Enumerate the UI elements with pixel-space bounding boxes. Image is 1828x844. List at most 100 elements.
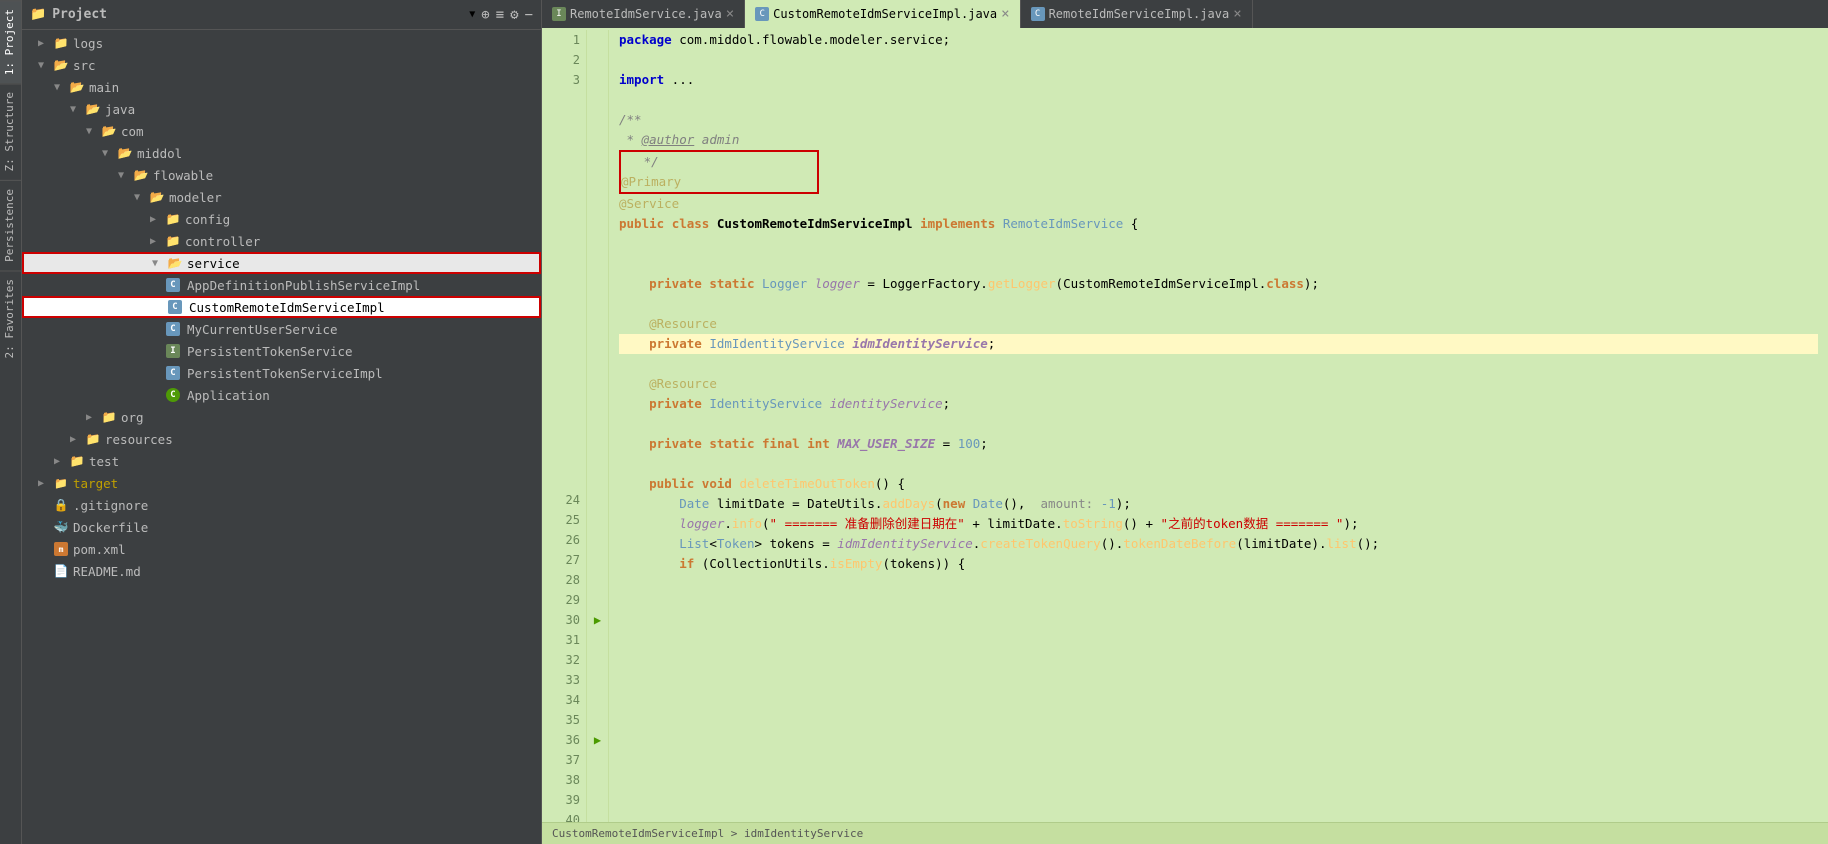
code-line-42: [619, 454, 1818, 474]
folder-icon-org: [100, 409, 118, 425]
tree-item-pom[interactable]: m pom.xml: [22, 538, 541, 560]
code-line-29: @Service: [619, 194, 1818, 214]
code-line-2: [619, 50, 1818, 70]
tree-item-src[interactable]: src: [22, 54, 541, 76]
line-numbers: 1 2 3 4 5 6 7 8 9 10 11 12 13 14 15 16 1…: [542, 30, 587, 822]
tree-item-config[interactable]: config: [22, 208, 541, 230]
icon-application: C: [164, 387, 182, 403]
folder-icon-flowable: [132, 167, 150, 183]
project-panel: 📁 Project ▼ ⊕ ≡ ⚙ − logs src: [22, 0, 542, 844]
tree-item-service[interactable]: service: [22, 252, 541, 274]
tree-item-controller[interactable]: controller: [22, 230, 541, 252]
code-content[interactable]: package com.middol.flowable.modeler.serv…: [609, 30, 1828, 822]
code-line-28: @Primary: [621, 172, 817, 192]
folder-icon-main: [68, 79, 86, 95]
project-header: 📁 Project ▼ ⊕ ≡ ⚙ −: [22, 0, 541, 30]
arrow-middol: [102, 148, 116, 159]
folder-icon-com: [100, 123, 118, 139]
tree-item-target[interactable]: 📁 target: [22, 472, 541, 494]
breadcrumb-text: CustomRemoteIdmServiceImpl > idmIdentity…: [552, 827, 863, 840]
icon-customremote: C: [166, 299, 184, 315]
sidebar-tab-structure[interactable]: Z: Structure: [0, 83, 21, 179]
folder-icon-logs: [52, 35, 70, 51]
arrow-config: [150, 214, 164, 225]
red-box-block: */ @Primary: [619, 150, 819, 194]
code-line-31: [619, 234, 1818, 254]
code-line-27: */: [621, 152, 817, 172]
folder-icon-config: [164, 211, 182, 227]
breadcrumb-bar: CustomRemoteIdmServiceImpl > idmIdentity…: [542, 822, 1828, 844]
folder-icon-modeler: [148, 189, 166, 205]
code-scroll-area[interactable]: ▶ ▶: [587, 30, 1828, 822]
code-line-40: [619, 414, 1818, 434]
tab-remoteidmservice[interactable]: I RemoteIdmService.java ×: [542, 0, 745, 28]
arrow-modeler: [134, 192, 148, 203]
code-line-45: logger.info(" ======= 准备删除创建日期在" + limit…: [619, 514, 1818, 534]
tree-item-gitignore[interactable]: 🔒 .gitignore: [22, 494, 541, 516]
close-tab-customremote[interactable]: ×: [1001, 6, 1009, 22]
tree-item-main[interactable]: main: [22, 76, 541, 98]
tree-item-org[interactable]: org: [22, 406, 541, 428]
tree-item-com[interactable]: com: [22, 120, 541, 142]
code-line-44: Date limitDate = DateUtils.addDays(new D…: [619, 494, 1818, 514]
arrow-org: [86, 412, 100, 423]
tree-item-appdefinition[interactable]: C AppDefinitionPublishServiceImpl: [22, 274, 541, 296]
tree-item-application[interactable]: C Application: [22, 384, 541, 406]
code-line-24: [619, 90, 1818, 110]
tree-item-customremote[interactable]: C CustomRemoteIdmServiceImpl: [22, 296, 541, 318]
folder-icon-test: [68, 453, 86, 469]
code-line-33: private static Logger logger = LoggerFac…: [619, 274, 1818, 294]
code-line-39: private IdentityService identityService;: [619, 394, 1818, 414]
tree-item-test[interactable]: test: [22, 450, 541, 472]
arrow-service: [152, 258, 166, 269]
collapse-icon[interactable]: ≡: [496, 7, 504, 23]
minimize-icon[interactable]: −: [525, 7, 533, 23]
tab-remoteidmserviceimpl[interactable]: C RemoteIdmServiceImpl.java ×: [1021, 0, 1253, 28]
code-line-26: * @author admin: [619, 130, 1818, 150]
arrow-target: [38, 478, 52, 489]
gutter-icon-36: ▶: [587, 730, 608, 750]
icon-gitignore: 🔒: [52, 497, 70, 513]
arrow-flowable: [118, 170, 132, 181]
icon-persistenttokenimpl: C: [164, 365, 182, 381]
sidebar-tab-persistence[interactable]: Persistence: [0, 180, 21, 270]
arrow-resources: [70, 434, 84, 445]
code-line-30: public class CustomRemoteIdmServiceImpl …: [619, 214, 1818, 234]
tree-item-dockerfile[interactable]: 🐳 Dockerfile: [22, 516, 541, 538]
folder-icon-src: [52, 57, 70, 73]
tree-item-logs[interactable]: logs: [22, 32, 541, 54]
gutter-icon-30: ▶: [587, 610, 608, 630]
code-line-38: @Resource: [619, 374, 1818, 394]
code-line-41: private static final int MAX_USER_SIZE =…: [619, 434, 1818, 454]
locate-icon[interactable]: ⊕: [481, 7, 489, 23]
tree-item-persistenttoken[interactable]: I PersistentTokenService: [22, 340, 541, 362]
icon-readme: 📄: [52, 563, 70, 579]
editor-area: I RemoteIdmService.java × C CustomRemote…: [542, 0, 1828, 844]
arrow-controller: [150, 236, 164, 247]
tab-customremote[interactable]: C CustomRemoteIdmServiceImpl.java ×: [745, 0, 1020, 28]
tree-item-modeler[interactable]: modeler: [22, 186, 541, 208]
icon-appdefinition: C: [164, 277, 182, 293]
icon-persistenttoken: I: [164, 343, 182, 359]
folder-icon-service: [166, 255, 184, 271]
arrow-com: [86, 126, 100, 137]
tree-item-resources[interactable]: resources: [22, 428, 541, 450]
code-line-46: List<Token> tokens = idmIdentityService.…: [619, 534, 1818, 554]
tree-item-middol[interactable]: middol: [22, 142, 541, 164]
tree-item-java[interactable]: java: [22, 98, 541, 120]
code-line-36: private IdmIdentityService idmIdentitySe…: [619, 334, 1818, 354]
close-tab-remoteidmserviceimpl[interactable]: ×: [1233, 6, 1241, 22]
settings-icon[interactable]: ⚙: [510, 7, 518, 23]
code-line-3: import ...: [619, 70, 1818, 90]
sidebar-tab-project[interactable]: 1: Project: [0, 0, 21, 83]
file-tree: logs src main java: [22, 30, 541, 844]
tree-item-flowable[interactable]: flowable: [22, 164, 541, 186]
code-line-25: /**: [619, 110, 1818, 130]
close-tab-remoteidmservice[interactable]: ×: [726, 6, 734, 22]
code-line-47: if (CollectionUtils.isEmpty(tokens)) {: [619, 554, 1818, 574]
tree-item-readme[interactable]: 📄 README.md: [22, 560, 541, 582]
tree-item-mycurrent[interactable]: C MyCurrentUserService: [22, 318, 541, 340]
sidebar-tab-favorites[interactable]: 2: Favorites: [0, 270, 21, 366]
tree-item-persistenttokenimpl[interactable]: C PersistentTokenServiceImpl: [22, 362, 541, 384]
folder-icon-middol: [116, 145, 134, 161]
